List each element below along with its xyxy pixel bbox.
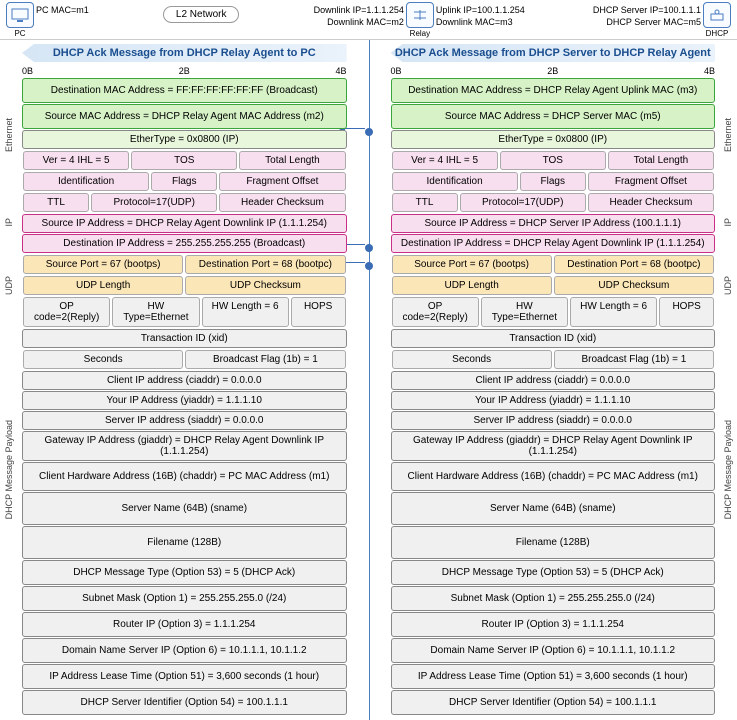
dhcp-xid: Transaction ID (xid) [391,329,716,348]
dhcp-opt53: DHCP Message Type (Option 53) = 5 (DHCP … [22,560,347,585]
dhcp-sname: Server Name (64B) (sname) [22,492,347,525]
top-bar: PC PC MAC=m1 L2 Network Downlink IP=1.1.… [0,0,737,40]
dhcp-opt51: IP Address Lease Time (Option 51) = 3,60… [22,664,347,689]
l2-network-label: L2 Network [163,6,240,23]
eth-type: EtherType = 0x0800 (IP) [391,130,716,149]
dhcp-opt3: Router IP (Option 3) = 1.1.1.254 [391,612,716,637]
ip-row3: TTLProtocol=17(UDP)Header Checksum [22,192,347,213]
ip-label: IP [4,218,14,227]
eth-dest: Destination MAC Address = FF:FF:FF:FF:FF… [22,78,347,103]
dhcp-file: Filename (128B) [391,526,716,559]
dhcp-ciaddr: Client IP address (ciaddr) = 0.0.0.0 [391,371,716,390]
right-header: DHCP Ack Message from DHCP Server to DHC… [391,44,716,62]
downlink-mac: Downlink MAC=m2 [314,16,404,28]
dhcp-siaddr: Server IP address (siaddr) = 0.0.0.0 [22,411,347,430]
eth-type: EtherType = 0x0800 (IP) [22,130,347,149]
dhcp-giaddr: Gateway IP Address (giaddr) = DHCP Relay… [22,431,347,461]
payload-label: DHCP Message Payload [4,420,14,519]
dhcp-ciaddr: Client IP address (ciaddr) = 0.0.0.0 [22,371,347,390]
uplink-mac: Downlink MAC=m3 [436,16,525,28]
dhcp-row1: OP code=2(Reply)HW Type=EthernetHW Lengt… [22,296,347,328]
dhcp-opt6: Domain Name Server IP (Option 6) = 10.1.… [22,638,347,663]
server-mac: DHCP Server MAC=m5 [593,16,701,28]
ip-row2: IdentificationFlagsFragment Offset [22,171,347,192]
udp-row1: Source Port = 67 (bootps)Destination Por… [22,254,347,275]
server-ip: DHCP Server IP=100.1.1.1 [593,4,701,16]
dhcp-yiaddr: Your IP Address (yiaddr) = 1.1.1.10 [22,391,347,410]
udp-row1: Source Port = 67 (bootps)Destination Por… [391,254,716,275]
dhcp-yiaddr: Your IP Address (yiaddr) = 1.1.1.10 [391,391,716,410]
ethernet-label: Ethernet [723,118,733,152]
ethernet-label: Ethernet [4,118,14,152]
ip-row1: Ver = 4 IHL = 5TOSTotal Length [391,150,716,171]
dhcp-sname: Server Name (64B) (sname) [391,492,716,525]
udp-label: UDP [723,276,733,295]
dhcp-row3: SecondsBroadcast Flag (1b) = 1 [391,349,716,370]
ip-row1: Ver = 4 IHL = 5TOSTotal Length [22,150,347,171]
udp-row2: UDP LengthUDP Checksum [22,275,347,296]
ip-src: Source IP Address = DHCP Server IP Addre… [391,214,716,233]
dhcp-opt1: Subnet Mask (Option 1) = 255.255.255.0 (… [391,586,716,611]
uplink-ip: Uplink IP=100.1.1.254 [436,4,525,16]
ip-dst: Destination IP Address = 255.255.255.255… [22,234,347,253]
dhcp-chaddr: Client Hardware Address (16B) (chaddr) =… [22,462,347,491]
dhcp-file: Filename (128B) [22,526,347,559]
dhcp-opt53: DHCP Message Type (Option 53) = 5 (DHCP … [391,560,716,585]
dhcp-row1: OP code=2(Reply)HW Type=EthernetHW Lengt… [391,296,716,328]
udp-row2: UDP LengthUDP Checksum [391,275,716,296]
ip-src: Source IP Address = DHCP Relay Agent Dow… [22,214,347,233]
left-header: DHCP Ack Message from DHCP Relay Agent t… [22,44,347,62]
dhcp-chaddr: Client Hardware Address (16B) (chaddr) =… [391,462,716,491]
ip-dst: Destination IP Address = DHCP Relay Agen… [391,234,716,253]
byte-ruler: 0B2B4B [391,66,716,77]
udp-label: UDP [4,276,14,295]
eth-src: Source MAC Address = DHCP Server MAC (m5… [391,104,716,129]
dhcp-icon: DHCP [703,2,731,38]
eth-src: Source MAC Address = DHCP Relay Agent MA… [22,104,347,129]
dhcp-opt3: Router IP (Option 3) = 1.1.1.254 [22,612,347,637]
right-column: DHCP Ack Message from DHCP Server to DHC… [369,40,737,720]
relay-icon: Relay [406,2,434,38]
main: DHCP Ack Message from DHCP Relay Agent t… [0,40,737,720]
dhcp-xid: Transaction ID (xid) [22,329,347,348]
dhcp-opt54: DHCP Server Identifier (Option 54) = 100… [22,690,347,715]
dhcp-row3: SecondsBroadcast Flag (1b) = 1 [22,349,347,370]
dhcp-opt54: DHCP Server Identifier (Option 54) = 100… [391,690,716,715]
ip-row3: TTLProtocol=17(UDP)Header Checksum [391,192,716,213]
dhcp-opt1: Subnet Mask (Option 1) = 255.255.255.0 (… [22,586,347,611]
left-column: DHCP Ack Message from DHCP Relay Agent t… [0,40,369,720]
dhcp-giaddr: Gateway IP Address (giaddr) = DHCP Relay… [391,431,716,461]
pc-mac: PC MAC=m1 [36,4,89,16]
eth-dest: Destination MAC Address = DHCP Relay Age… [391,78,716,103]
ip-label: IP [723,218,733,227]
pc-icon: PC [6,2,34,38]
dhcp-opt51: IP Address Lease Time (Option 51) = 3,60… [391,664,716,689]
ip-row2: IdentificationFlagsFragment Offset [391,171,716,192]
dhcp-opt6: Domain Name Server IP (Option 6) = 10.1.… [391,638,716,663]
dhcp-siaddr: Server IP address (siaddr) = 0.0.0.0 [391,411,716,430]
downlink-ip: Downlink IP=1.1.1.254 [314,4,404,16]
payload-label: DHCP Message Payload [723,420,733,519]
byte-ruler: 0B2B4B [22,66,347,77]
